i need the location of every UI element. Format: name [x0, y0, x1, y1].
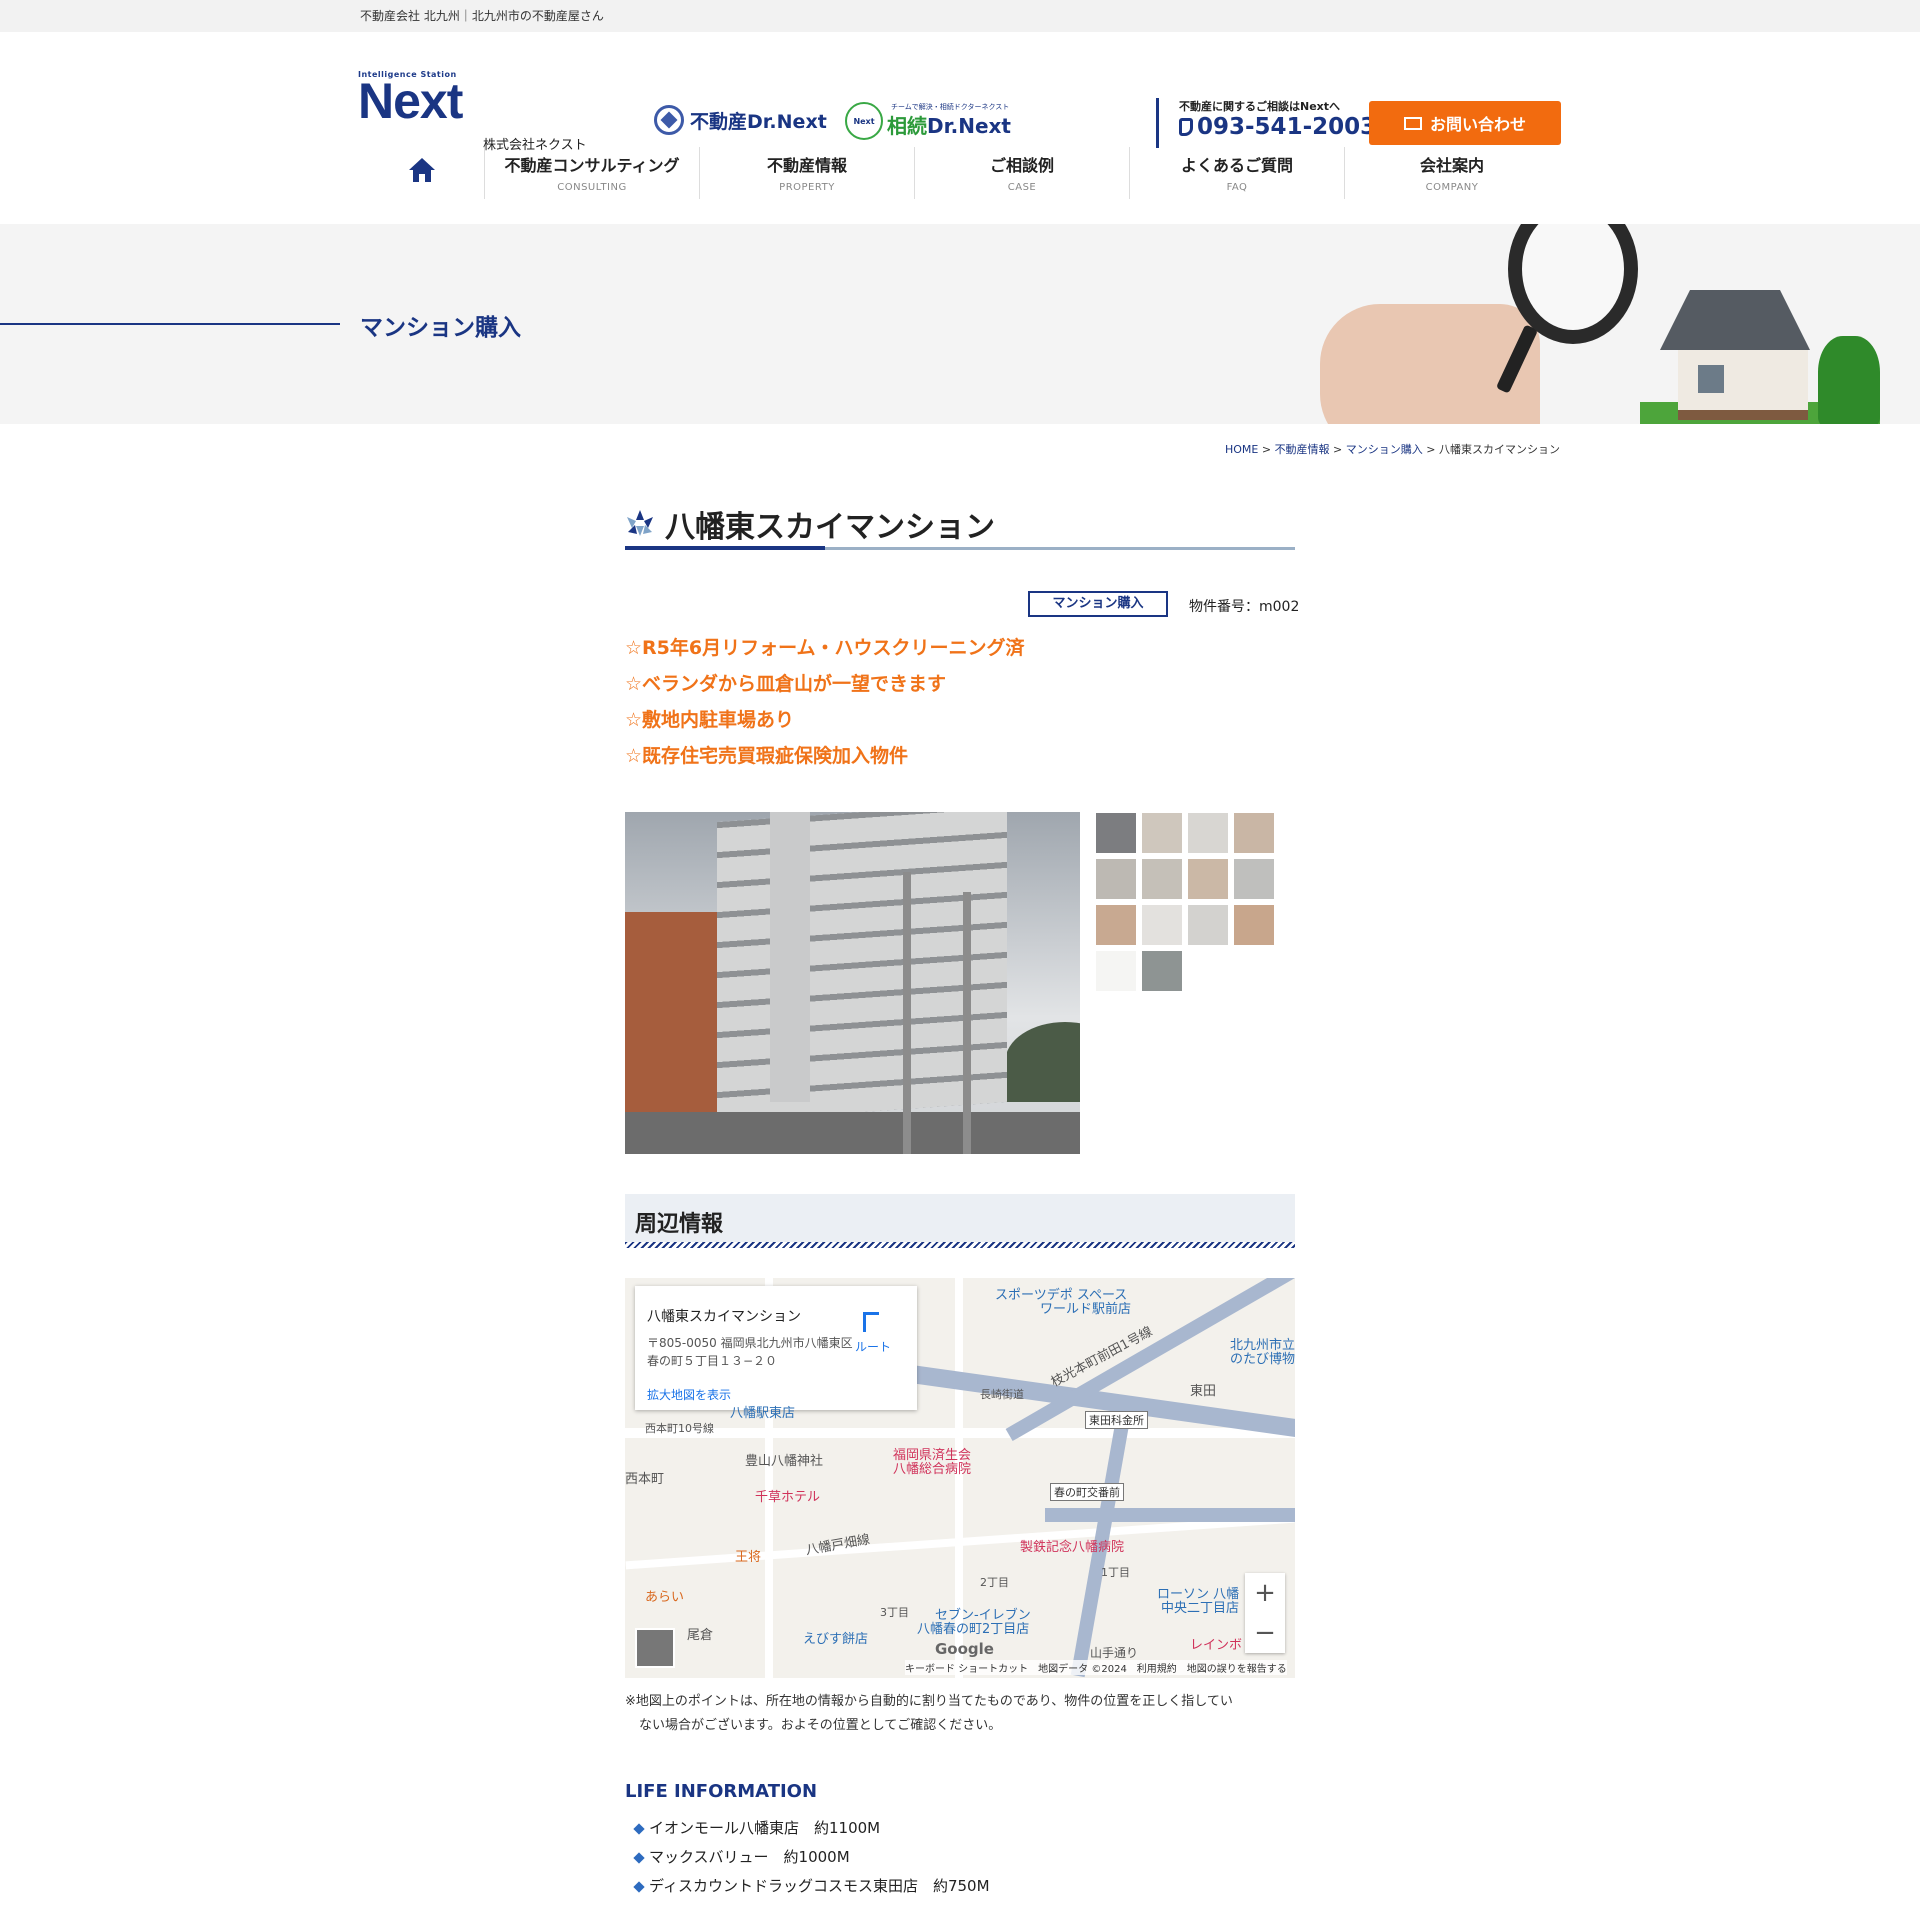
thumbnail[interactable] [1233, 858, 1275, 900]
google-logo: Google [935, 1640, 994, 1658]
main-photo[interactable] [625, 812, 1080, 1154]
thumbnail[interactable] [1187, 858, 1229, 900]
house-model-image [1660, 290, 1820, 420]
thumbnail[interactable] [1095, 812, 1137, 854]
section-title: 周辺情報 [635, 1212, 724, 1237]
feature-item: ☆ベランダから皿倉山が一望できます [625, 673, 947, 695]
dr-next-inheritance-label: 相続Dr.Next [887, 113, 1011, 138]
property-title: 八幡東スカイマンション [665, 510, 995, 545]
nav-item-property[interactable]: 不動産情報 PROPERTY [699, 147, 914, 199]
company-logo[interactable]: Intelligence Station Next 株式会社ネクスト [358, 70, 587, 153]
site-header: Intelligence Station Next 株式会社ネクスト 不動産Dr… [0, 32, 1920, 153]
thumbnail[interactable] [1095, 950, 1137, 992]
nav-item-company[interactable]: 会社案内 COMPANY [1344, 147, 1559, 199]
mail-icon [1403, 116, 1422, 130]
global-nav: 不動産コンサルティング CONSULTING 不動産情報 PROPERTY ご相… [0, 137, 1920, 224]
property-id: 物件番号：m002 [1189, 599, 1300, 615]
list-item: イオンモール八幡東店 約1100M [633, 1814, 990, 1843]
property-title-block: 八幡東スカイマンション [625, 500, 1295, 552]
feature-item: ☆R5年6月リフォーム・ハウスクリーニング済 [625, 637, 1025, 659]
dr-next-inheritance-banner[interactable]: Next チームで解決・相続ドクターネクスト 相続Dr.Next [845, 102, 1011, 140]
thumbnail[interactable] [1141, 812, 1183, 854]
thumbnail[interactable] [1233, 812, 1275, 854]
dr-next-inheritance-tagline: チームで解決・相続ドクターネクスト [891, 103, 1010, 111]
nav-item-case[interactable]: ご相談例 CASE [914, 147, 1129, 199]
breadcrumb-property[interactable]: 不動産情報 [1275, 443, 1330, 456]
thumbnail[interactable] [1187, 812, 1229, 854]
list-item: マックスバリュー 約1000M [633, 1843, 990, 1872]
thumbnail[interactable] [1095, 904, 1137, 946]
diamond-bullet-icon [633, 1851, 645, 1864]
section-heading: 周辺情報 [625, 1194, 1295, 1248]
breadcrumb-mansion[interactable]: マンション購入 [1346, 443, 1423, 456]
zoom-out-button[interactable]: − [1245, 1613, 1285, 1653]
thumbnail[interactable] [1141, 858, 1183, 900]
contact-button-label: お問い合わせ [1429, 115, 1526, 134]
list-item: ディスカウントドラッグコスモス東田店 約750M [633, 1872, 990, 1901]
page-hero: マンション購入 [0, 224, 1920, 424]
map-note: ※地図上のポイントは、所在地の情報から自動的に割り当てたものであり、物件の位置を… [625, 1694, 1233, 1733]
category-badge[interactable]: マンション購入 [1028, 591, 1168, 617]
nav-item-faq[interactable]: よくあるご質問 FAQ [1129, 147, 1344, 199]
topbar-text: 不動産会社 北九州｜北九州市の不動産屋さん [360, 9, 604, 23]
home-icon[interactable] [408, 157, 436, 183]
map-zoom-control: + − [1245, 1573, 1285, 1653]
phone-caption: 不動産に関するご相談はNextへ [1179, 100, 1341, 113]
embedded-map[interactable]: 八幡東スカイマンション 〒805-0050 福岡県北九州市八幡東区 春の町５丁目１… [625, 1278, 1295, 1678]
feature-item: ☆敷地内駐車場あり [625, 709, 795, 731]
map-route-link[interactable]: ルート [855, 1338, 891, 1355]
map-footer: キーボード ショートカット 地図データ ©2024 利用規約 地図の誤りを報告す… [905, 1660, 1287, 1675]
map-card-name: 八幡東スカイマンション [647, 1309, 801, 1325]
feature-item: ☆既存住宅売買瑕疵保険加入物件 [625, 745, 909, 767]
satellite-toggle[interactable] [635, 1628, 675, 1668]
breadcrumb-home[interactable]: HOME [1225, 443, 1258, 456]
feature-list: ☆R5年6月リフォーム・ハウスクリーニング済 ☆ベランダから皿倉山が一望できます… [625, 630, 1025, 774]
dr-next-emblem-icon [654, 105, 684, 135]
life-information-list: イオンモール八幡東店 約1100M マックスバリュー 約1000M ディスカウン… [633, 1814, 990, 1901]
dr-next-realestate-banner[interactable]: 不動産Dr.Next [654, 105, 827, 135]
nav-item-consulting[interactable]: 不動産コンサルティング CONSULTING [484, 147, 699, 199]
route-icon[interactable] [863, 1312, 879, 1332]
dr-next-realestate-label: 不動産Dr.Next [690, 110, 827, 133]
title-mark-icon [627, 510, 653, 536]
breadcrumb: HOME > 不動産情報 > マンション購入 > 八幡東スカイマンション [1224, 443, 1560, 456]
thumbnail[interactable] [1095, 858, 1137, 900]
topbar: 不動産会社 北九州｜北九州市の不動産屋さん [0, 0, 1920, 32]
clover-emblem-icon: Next [845, 102, 883, 140]
thumbnail[interactable] [1141, 950, 1183, 992]
diamond-bullet-icon [633, 1880, 645, 1893]
tree-image [1818, 336, 1880, 424]
breadcrumb-current: 八幡東スカイマンション [1439, 443, 1560, 456]
diamond-bullet-icon [633, 1822, 645, 1835]
map-card-address: 〒805-0050 福岡県北九州市八幡東区 春の町５丁目１３−２０ [647, 1336, 853, 1368]
life-information-title: LIFE INFORMATION [625, 1781, 818, 1802]
logo-wordmark: Next [358, 73, 463, 129]
zoom-in-button[interactable]: + [1245, 1573, 1285, 1613]
hero-title: マンション購入 [360, 315, 521, 341]
thumbnail[interactable] [1141, 904, 1183, 946]
hero-rule [0, 323, 340, 325]
thumbnail[interactable] [1233, 904, 1275, 946]
phone-icon [1179, 118, 1193, 136]
map-info-card: 八幡東スカイマンション 〒805-0050 福岡県北九州市八幡東区 春の町５丁目１… [635, 1286, 917, 1410]
map-enlarge-link[interactable]: 拡大地図を表示 [647, 1386, 731, 1403]
thumbnail[interactable] [1187, 904, 1229, 946]
